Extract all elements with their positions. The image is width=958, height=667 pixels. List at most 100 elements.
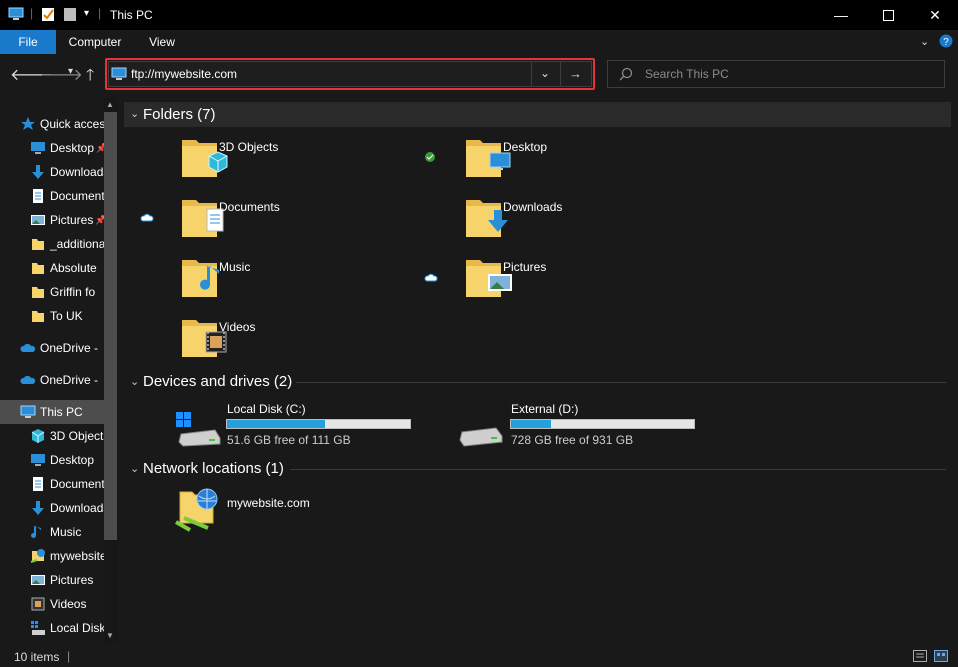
sidebar-item-music[interactable]: Music: [30, 520, 104, 544]
sidebar-item-3d-objects[interactable]: 3D Objects: [30, 424, 104, 448]
download-icon: [30, 500, 46, 516]
folder-label: Pictures: [503, 260, 547, 274]
drives-group-title: Devices and drives (2): [143, 373, 293, 390]
minimize-button[interactable]: —: [818, 0, 864, 30]
group-collapse-chevron-icon[interactable]: ⌄: [130, 462, 139, 475]
folder-label: Videos: [219, 320, 256, 334]
tab-view[interactable]: View: [138, 30, 186, 54]
folder-label: Downloads: [503, 200, 563, 214]
group-collapse-chevron-icon[interactable]: ⌄: [130, 107, 139, 120]
address-dropdown-chevron-icon[interactable]: ⌄: [540, 66, 550, 80]
folder-label: Music: [219, 260, 251, 274]
sidebar-item-absolute[interactable]: Absolute: [30, 256, 104, 280]
scroll-down-arrow-icon[interactable]: ▼: [106, 631, 114, 640]
folder-item-videos[interactable]: Videos: [172, 314, 422, 364]
sidebar-item-quick-access[interactable]: Quick access: [20, 112, 104, 136]
download-icon: [30, 164, 46, 180]
close-button[interactable]: ✕: [912, 0, 958, 30]
group-collapse-chevron-icon[interactable]: ⌄: [130, 375, 139, 388]
disk-icon: [30, 620, 46, 636]
drive-free-space: 51.6 GB free of 111 GB: [227, 433, 351, 447]
picture-icon: [30, 572, 46, 588]
sidebar-item-to-uk[interactable]: To UK: [30, 304, 104, 328]
go-arrow-icon[interactable]: →: [569, 66, 582, 81]
network-location-label: mywebsite.com: [227, 496, 310, 510]
sidebar-item-label: Griffin fo: [50, 285, 96, 299]
sidebar-item-onedrive[interactable]: OneDrive -: [20, 336, 104, 360]
sidebar-item-label: OneDrive -: [40, 341, 99, 355]
sidebar-item-desktop[interactable]: Desktop: [30, 448, 104, 472]
sidebar-item-videos[interactable]: Videos: [30, 592, 104, 616]
new-folder-icon[interactable]: [63, 7, 77, 22]
collapse-ribbon-icon[interactable]: ⌄: [920, 35, 929, 48]
folders-group-header-bg[interactable]: [124, 102, 951, 127]
folder-icon: [30, 284, 46, 300]
scroll-up-arrow-icon[interactable]: ▲: [106, 100, 114, 109]
large-icons-view-icon[interactable]: [934, 650, 948, 662]
external-disk-icon: [459, 427, 503, 447]
pin-icon: 📌: [95, 214, 104, 225]
sidebar-item-mywebsite[interactable]: mywebsite: [30, 544, 104, 568]
sidebar-item--additional[interactable]: _additional: [30, 232, 104, 256]
tab-computer[interactable]: Computer: [62, 30, 128, 54]
sidebar-scrollbar-thumb[interactable]: [104, 112, 117, 540]
desktop-icon: [30, 452, 46, 468]
close-icon: ✕: [929, 6, 941, 23]
folder-item-desktop[interactable]: Desktop: [456, 134, 706, 184]
folder-item-downloads[interactable]: Downloads: [456, 194, 706, 244]
tab-file[interactable]: File: [0, 30, 56, 54]
sidebar-item-label: Local Disk: [50, 621, 104, 635]
sidebar-item-label: Downloads: [50, 165, 104, 179]
sidebar-item-griffin-fo[interactable]: Griffin fo: [30, 280, 104, 304]
recent-locations-chevron-icon[interactable]: ▾: [68, 66, 73, 77]
sidebar-item-label: Pictures: [50, 213, 94, 227]
help-icon[interactable]: ?: [939, 34, 953, 48]
minimize-icon: —: [834, 7, 848, 23]
sidebar-item-downloads[interactable]: Downloads📌: [30, 160, 104, 184]
search-input[interactable]: Search This PC: [645, 67, 729, 81]
group-divider: [296, 382, 946, 383]
drive-label: Local Disk (C:): [227, 402, 306, 416]
folder-item-pictures[interactable]: Pictures: [456, 254, 706, 304]
cloud-icon: [20, 372, 36, 388]
sidebar-item-this-pc[interactable]: This PC: [0, 400, 104, 424]
sidebar-item-label: mywebsite: [50, 549, 104, 563]
sidebar-item-pictures[interactable]: Pictures 📌: [30, 208, 104, 232]
desktop-icon: [30, 140, 46, 156]
drive-usage-fill: [227, 420, 325, 428]
sidebar-item-desktop[interactable]: Desktop 📌: [30, 136, 104, 160]
folder-label: Documents: [219, 200, 280, 214]
sidebar-item-downloads[interactable]: Downloads: [30, 496, 104, 520]
forward-button[interactable]: 🡒: [40, 64, 83, 85]
sidebar-item-pictures[interactable]: Pictures: [30, 568, 104, 592]
pin-icon: 📌: [96, 142, 104, 153]
folder-item-music[interactable]: Music: [172, 254, 422, 304]
star-icon: [20, 116, 36, 132]
sidebar-item-documents[interactable]: Documents: [30, 472, 104, 496]
folder-item-3d-objects[interactable]: 3D Objects: [172, 134, 422, 184]
customize-toolbar-icon[interactable]: ▾: [84, 8, 89, 19]
sidebar-item-onedrive[interactable]: OneDrive -: [20, 368, 104, 392]
document-icon: [30, 188, 46, 204]
folder-label: Desktop: [503, 140, 548, 154]
details-view-icon[interactable]: [913, 650, 927, 662]
computer-icon: [20, 404, 36, 420]
sidebar-item-label: Desktop: [50, 141, 95, 155]
cloud-status-icon: [140, 211, 154, 225]
separator: |: [67, 649, 71, 663]
up-button[interactable]: 🡑: [86, 64, 94, 91]
divider: [560, 61, 561, 87]
maximize-button[interactable]: [865, 0, 911, 30]
sidebar-item-label: Downloads: [50, 501, 104, 515]
status-bar: [0, 645, 958, 667]
drive-label: External (D:): [511, 402, 579, 416]
divider: [531, 61, 532, 87]
folder-item-documents[interactable]: Documents: [172, 194, 422, 244]
folder-icon: [30, 260, 46, 276]
properties-icon[interactable]: [41, 7, 55, 22]
computer-icon: [8, 7, 24, 20]
sidebar-item-documents[interactable]: Documents📌: [30, 184, 104, 208]
sidebar-item-label: This PC: [40, 405, 83, 419]
sidebar-item-local-disk[interactable]: Local Disk: [30, 616, 104, 640]
address-input[interactable]: ftp://mywebsite.com: [131, 67, 237, 81]
